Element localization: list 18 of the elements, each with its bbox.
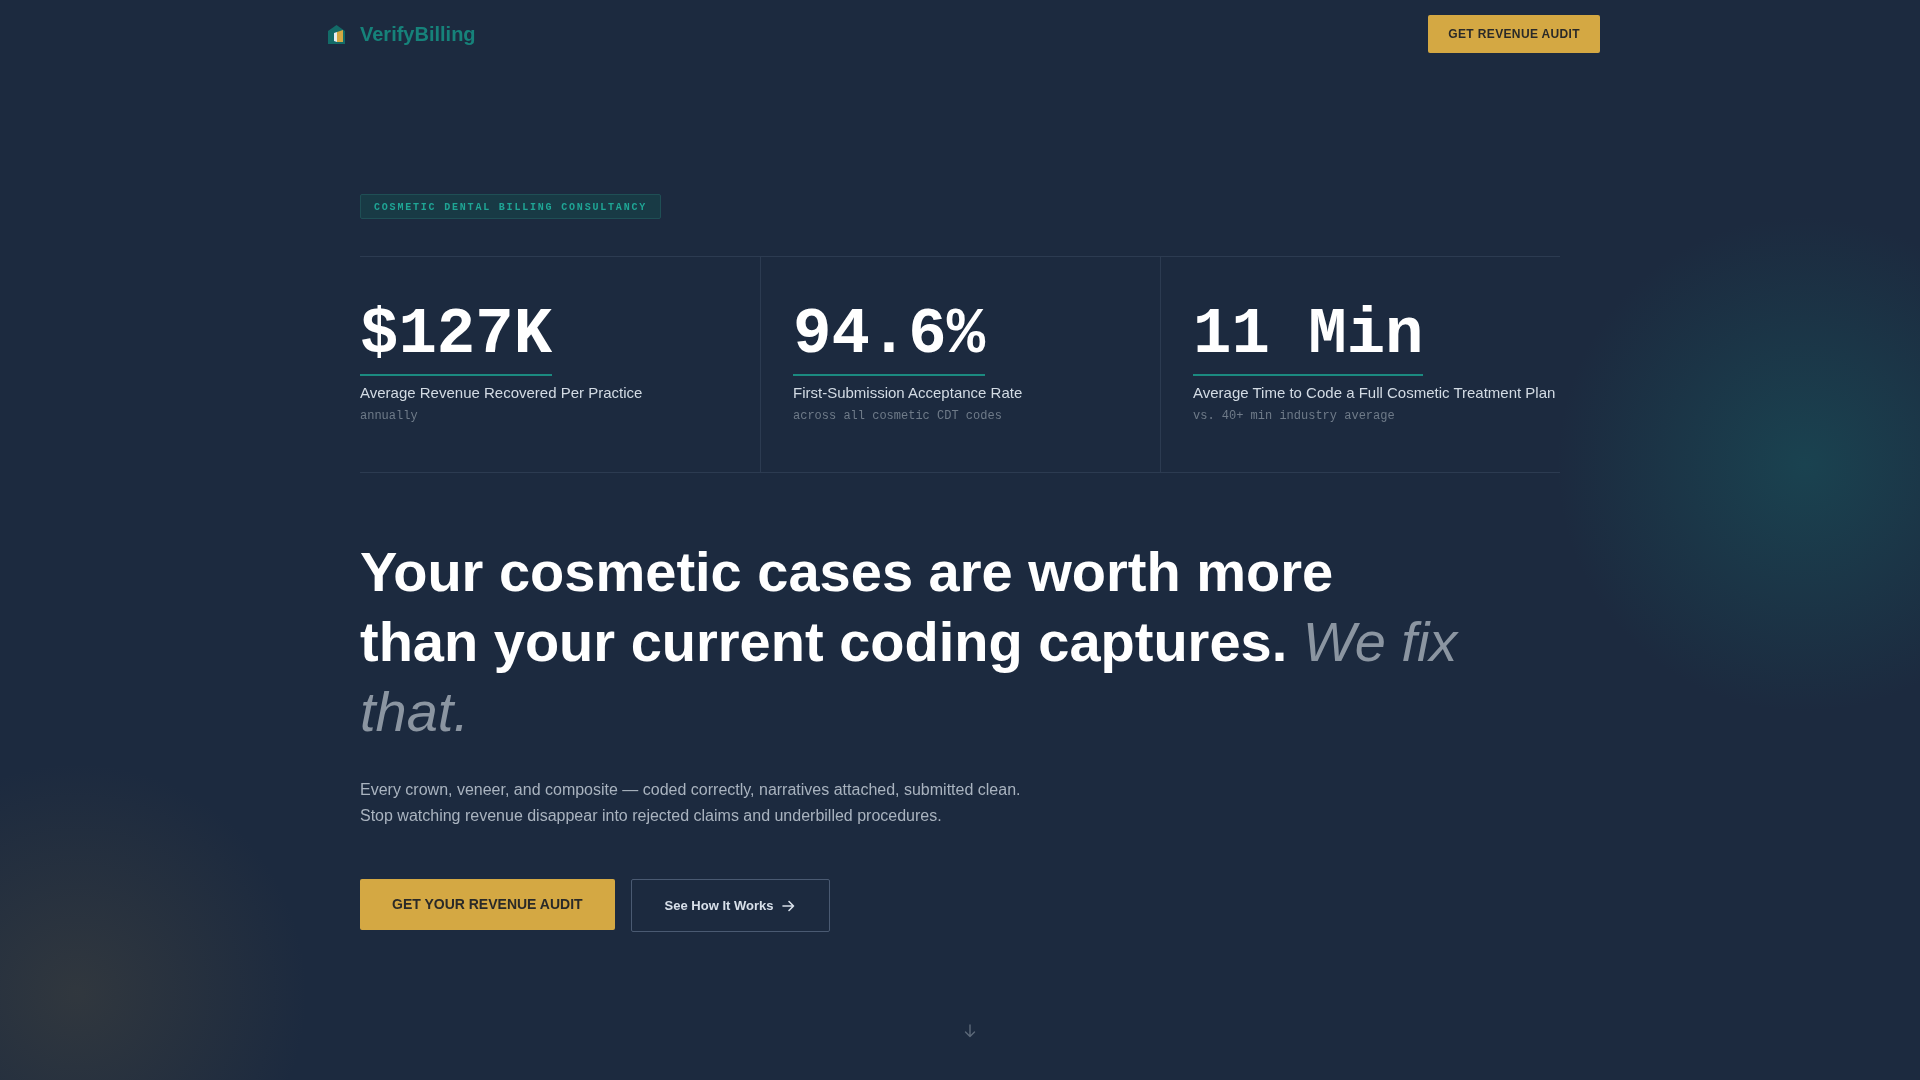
hero-description: Every crown, veneer, and composite — coded correctly, narratives attached, submitted clean. Stop watching revenue disappear into rejected claims and underbilled procedures. <box>360 780 1022 826</box>
stat-label: Average Revenue Recovered Per Practice <box>360 383 644 403</box>
stat-note: vs. 40+ min industry average <box>1193 408 1396 424</box>
stat-note: across all cosmetic CDT codes <box>793 408 1003 424</box>
stat-value: 11 Min <box>1193 307 1424 376</box>
category-badge: COSMETIC DENTAL BILLING CONSULTANCY <box>360 194 662 219</box>
house-logo-icon <box>328 24 345 44</box>
revenue-audit-button[interactable]: GET REVENUE AUDIT <box>1428 15 1600 53</box>
revenue-audit-button[interactable]: GET YOUR REVENUE AUDIT <box>360 879 615 930</box>
stat-note: annually <box>360 408 419 424</box>
arrow-down-icon[interactable] <box>964 1024 976 1038</box>
stat-label: Average Time to Code a Full Cosmetic Treatment Plan <box>1193 383 1557 403</box>
arrow-right-icon <box>782 899 796 912</box>
stat-value: $127K <box>360 307 553 376</box>
stat-label: First-Submission Acceptance Rate <box>793 383 1024 403</box>
hero-heading: Your cosmetic cases are worth more than your current coding captures. We fix that. <box>360 539 1460 745</box>
stat-value: 94.6% <box>793 307 986 376</box>
how-it-works-button[interactable]: See How It Works <box>630 879 831 932</box>
